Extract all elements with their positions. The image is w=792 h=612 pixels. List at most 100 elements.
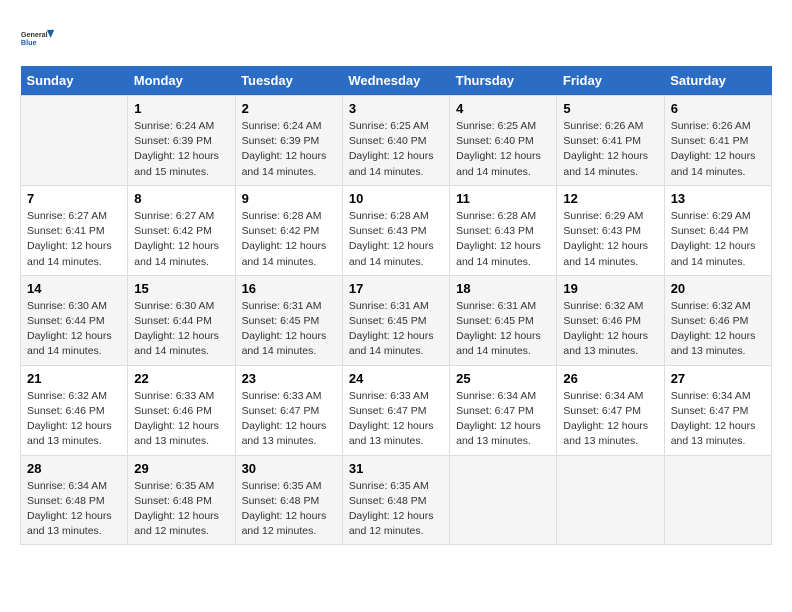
day-info: Sunrise: 6:26 AM Sunset: 6:41 PM Dayligh… [563,119,657,180]
day-info: Sunrise: 6:28 AM Sunset: 6:43 PM Dayligh… [456,209,550,270]
weekday-header: Sunday [21,66,128,96]
svg-text:General: General [21,30,48,39]
day-info: Sunrise: 6:24 AM Sunset: 6:39 PM Dayligh… [242,119,336,180]
calendar-cell: 31Sunrise: 6:35 AM Sunset: 6:48 PM Dayli… [342,455,449,545]
day-number: 29 [134,461,228,476]
day-number: 6 [671,101,765,116]
calendar-cell: 21 Sunrise: 6:32 AM Sunset: 6:46 PM Dayli… [21,365,128,455]
day-number: 30 [242,461,336,476]
logo-icon: GeneralBlue [20,20,56,56]
day-number: 31 [349,461,443,476]
day-number: 11 [456,191,550,206]
day-number: 20 [671,281,765,296]
day-number: 23 [242,371,336,386]
day-info: Sunrise: 6:32 AM Sunset: 6:46 PM Dayligh… [27,389,121,450]
svg-text:Blue: Blue [21,38,37,47]
day-number: 2 [242,101,336,116]
day-info: Sunrise: 6:28 AM Sunset: 6:43 PM Dayligh… [349,209,443,270]
calendar-cell [557,455,664,545]
calendar-cell: 5 Sunrise: 6:26 AM Sunset: 6:41 PM Daylig… [557,96,664,186]
day-info: Sunrise: 6:32 AM Sunset: 6:46 PM Dayligh… [563,299,657,360]
day-info: Sunrise: 6:33 AM Sunset: 6:46 PM Dayligh… [134,389,228,450]
calendar-cell: 8Sunrise: 6:27 AM Sunset: 6:42 PM Daylig… [128,185,235,275]
day-info: Sunrise: 6:25 AM Sunset: 6:40 PM Dayligh… [349,119,443,180]
calendar-cell [664,455,771,545]
day-info: Sunrise: 6:29 AM Sunset: 6:43 PM Dayligh… [563,209,657,270]
calendar-table: SundayMondayTuesdayWednesdayThursdayFrid… [20,66,772,545]
calendar-cell: 16Sunrise: 6:31 AM Sunset: 6:45 PM Dayli… [235,275,342,365]
day-info: Sunrise: 6:31 AM Sunset: 6:45 PM Dayligh… [456,299,550,360]
day-number: 21 [27,371,121,386]
calendar-cell: 9 Sunrise: 6:28 AM Sunset: 6:42 PM Daylig… [235,185,342,275]
calendar-cell: 17 Sunrise: 6:31 AM Sunset: 6:45 PM Dayli… [342,275,449,365]
day-info: Sunrise: 6:33 AM Sunset: 6:47 PM Dayligh… [242,389,336,450]
day-number: 18 [456,281,550,296]
day-number: 1 [134,101,228,116]
day-info: Sunrise: 6:27 AM Sunset: 6:42 PM Dayligh… [134,209,228,270]
day-info: Sunrise: 6:28 AM Sunset: 6:42 PM Dayligh… [242,209,336,270]
calendar-week-row: 28 Sunrise: 6:34 AM Sunset: 6:48 PM Dayli… [21,455,772,545]
day-number: 25 [456,371,550,386]
day-info: Sunrise: 6:27 AM Sunset: 6:41 PM Dayligh… [27,209,121,270]
calendar-cell: 7 Sunrise: 6:27 AM Sunset: 6:41 PM Daylig… [21,185,128,275]
weekday-header: Wednesday [342,66,449,96]
calendar-cell: 1 Sunrise: 6:24 AM Sunset: 6:39 PM Daylig… [128,96,235,186]
page-header: GeneralBlue [20,20,772,56]
day-number: 12 [563,191,657,206]
calendar-week-row: 21 Sunrise: 6:32 AM Sunset: 6:46 PM Dayli… [21,365,772,455]
day-number: 26 [563,371,657,386]
day-info: Sunrise: 6:30 AM Sunset: 6:44 PM Dayligh… [27,299,121,360]
calendar-cell: 14 Sunrise: 6:30 AM Sunset: 6:44 PM Dayli… [21,275,128,365]
day-info: Sunrise: 6:26 AM Sunset: 6:41 PM Dayligh… [671,119,765,180]
day-info: Sunrise: 6:34 AM Sunset: 6:48 PM Dayligh… [27,479,121,540]
day-number: 22 [134,371,228,386]
calendar-cell: 26 Sunrise: 6:34 AM Sunset: 6:47 PM Dayli… [557,365,664,455]
day-info: Sunrise: 6:34 AM Sunset: 6:47 PM Dayligh… [671,389,765,450]
day-number: 13 [671,191,765,206]
calendar-cell: 11 Sunrise: 6:28 AM Sunset: 6:43 PM Dayli… [450,185,557,275]
day-info: Sunrise: 6:33 AM Sunset: 6:47 PM Dayligh… [349,389,443,450]
day-number: 3 [349,101,443,116]
calendar-cell: 3 Sunrise: 6:25 AM Sunset: 6:40 PM Daylig… [342,96,449,186]
day-number: 27 [671,371,765,386]
calendar-cell: 24 Sunrise: 6:33 AM Sunset: 6:47 PM Dayli… [342,365,449,455]
calendar-cell: 13 Sunrise: 6:29 AM Sunset: 6:44 PM Dayli… [664,185,771,275]
day-number: 19 [563,281,657,296]
day-number: 28 [27,461,121,476]
calendar-cell: 10Sunrise: 6:28 AM Sunset: 6:43 PM Dayli… [342,185,449,275]
day-number: 17 [349,281,443,296]
day-info: Sunrise: 6:30 AM Sunset: 6:44 PM Dayligh… [134,299,228,360]
calendar-week-row: 7 Sunrise: 6:27 AM Sunset: 6:41 PM Daylig… [21,185,772,275]
calendar-cell: 30 Sunrise: 6:35 AM Sunset: 6:48 PM Dayli… [235,455,342,545]
day-info: Sunrise: 6:35 AM Sunset: 6:48 PM Dayligh… [242,479,336,540]
calendar-week-row: 1 Sunrise: 6:24 AM Sunset: 6:39 PM Daylig… [21,96,772,186]
day-info: Sunrise: 6:31 AM Sunset: 6:45 PM Dayligh… [349,299,443,360]
day-info: Sunrise: 6:24 AM Sunset: 6:39 PM Dayligh… [134,119,228,180]
calendar-cell: 22 Sunrise: 6:33 AM Sunset: 6:46 PM Dayli… [128,365,235,455]
weekday-header: Saturday [664,66,771,96]
calendar-cell: 23 Sunrise: 6:33 AM Sunset: 6:47 PM Dayli… [235,365,342,455]
day-number: 24 [349,371,443,386]
day-number: 5 [563,101,657,116]
day-number: 7 [27,191,121,206]
weekday-header: Thursday [450,66,557,96]
day-number: 9 [242,191,336,206]
calendar-cell: 18 Sunrise: 6:31 AM Sunset: 6:45 PM Dayli… [450,275,557,365]
calendar-cell: 19 Sunrise: 6:32 AM Sunset: 6:46 PM Dayli… [557,275,664,365]
day-info: Sunrise: 6:34 AM Sunset: 6:47 PM Dayligh… [563,389,657,450]
calendar-cell: 15Sunrise: 6:30 AM Sunset: 6:44 PM Dayli… [128,275,235,365]
day-number: 4 [456,101,550,116]
calendar-cell: 25Sunrise: 6:34 AM Sunset: 6:47 PM Dayli… [450,365,557,455]
day-info: Sunrise: 6:25 AM Sunset: 6:40 PM Dayligh… [456,119,550,180]
calendar-cell: 20Sunrise: 6:32 AM Sunset: 6:46 PM Dayli… [664,275,771,365]
header-row: SundayMondayTuesdayWednesdayThursdayFrid… [21,66,772,96]
calendar-cell: 28 Sunrise: 6:34 AM Sunset: 6:48 PM Dayli… [21,455,128,545]
day-info: Sunrise: 6:29 AM Sunset: 6:44 PM Dayligh… [671,209,765,270]
day-number: 14 [27,281,121,296]
calendar-cell [450,455,557,545]
calendar-cell: 12 Sunrise: 6:29 AM Sunset: 6:43 PM Dayli… [557,185,664,275]
calendar-cell: 6 Sunrise: 6:26 AM Sunset: 6:41 PM Daylig… [664,96,771,186]
day-info: Sunrise: 6:31 AM Sunset: 6:45 PM Dayligh… [242,299,336,360]
weekday-header: Friday [557,66,664,96]
calendar-cell: 4 Sunrise: 6:25 AM Sunset: 6:40 PM Daylig… [450,96,557,186]
